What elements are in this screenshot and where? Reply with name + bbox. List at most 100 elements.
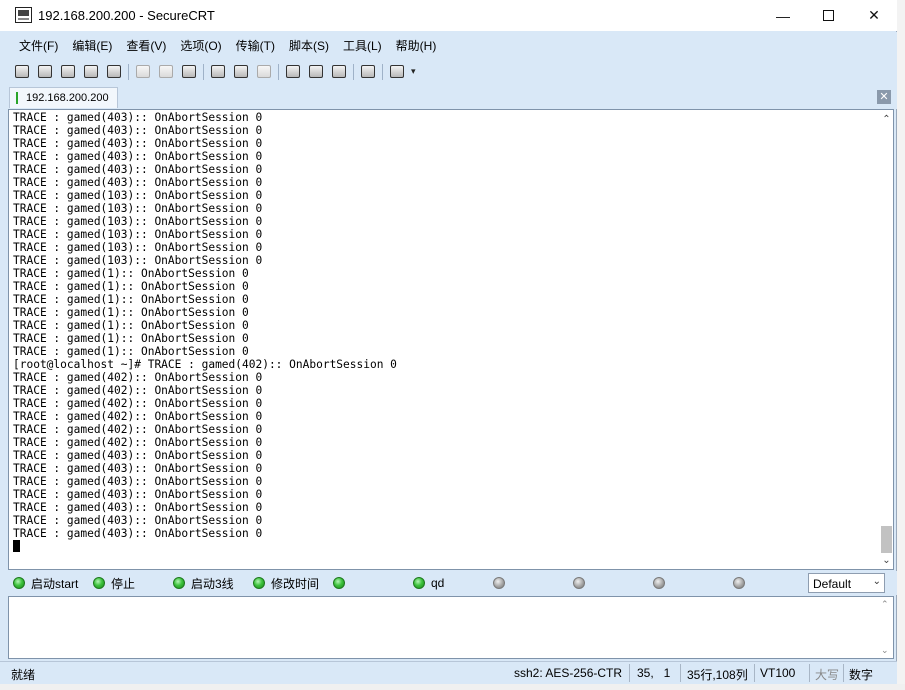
button-bar: 启动start 停止 启动3线 修改时间 qd Default ⌄ — [0, 571, 897, 595]
command-window-scrollbar[interactable]: ⌃ ⌄ — [879, 597, 894, 658]
menu-help[interactable]: 帮助(H) — [389, 37, 444, 54]
button-bar-button[interactable] — [653, 575, 671, 591]
terminal-line: TRACE : gamed(403):: OnAbortSession 0 — [13, 514, 263, 527]
sftp-icon[interactable] — [388, 63, 406, 80]
terminal-line: TRACE : gamed(403):: OnAbortSession 0 — [13, 176, 263, 189]
button-bar-button-label: 修改时间 — [271, 576, 320, 591]
button-bar-button[interactable]: 启动start — [13, 575, 78, 591]
green-led-icon — [13, 577, 25, 589]
status-cursor-position: 35, 1 — [637, 666, 671, 680]
menu-tools[interactable]: 工具(L) — [336, 37, 389, 54]
global-options-icon[interactable] — [307, 63, 325, 80]
session-options-icon[interactable] — [284, 63, 302, 80]
quick-connect-icon[interactable] — [36, 63, 54, 80]
button-bar-select-value: Default — [813, 577, 852, 591]
terminal-line: TRACE : gamed(403):: OnAbortSession 0 — [13, 475, 263, 488]
scroll-down-icon[interactable]: ⌄ — [881, 645, 889, 656]
status-separator — [680, 664, 681, 682]
toolbar-separator — [353, 64, 354, 80]
scroll-up-icon[interactable]: ⌃ — [881, 599, 889, 610]
print-icon[interactable] — [209, 63, 227, 80]
gray-led-icon — [653, 577, 665, 589]
button-bar-button-label: 启动3线 — [191, 576, 234, 591]
menu-view[interactable]: 查看(V) — [119, 37, 173, 54]
close-button[interactable]: ✕ — [851, 0, 897, 31]
close-icon: ✕ — [868, 7, 880, 23]
screen: 192.168.200.200 - SecureCRT — ✕ 文件(F) 编辑… — [0, 0, 905, 690]
terminal-line: TRACE : gamed(403):: OnAbortSession 0 — [13, 527, 263, 540]
copy-icon[interactable] — [134, 63, 152, 80]
securecrt-app-icon — [15, 7, 32, 23]
command-window[interactable]: ⌃ ⌄ — [8, 596, 894, 659]
help-icon[interactable] — [359, 63, 377, 80]
terminal-line: TRACE : gamed(403):: OnAbortSession 0 — [13, 501, 263, 514]
terminal-line: TRACE : gamed(403):: OnAbortSession 0 — [13, 449, 263, 462]
session-tab[interactable]: 192.168.200.200 — [9, 87, 118, 108]
terminal-line: TRACE : gamed(402):: OnAbortSession 0 — [13, 423, 263, 436]
status-bar: 就绪 ssh2: AES-256-CTR 35, 1 35行,108列 VT10… — [0, 661, 897, 684]
reconnect-icon[interactable] — [82, 63, 100, 80]
scroll-down-icon[interactable]: ⌄ — [879, 553, 893, 568]
toolbar-overflow-icon[interactable]: ▾ — [411, 66, 416, 77]
button-bar-button[interactable] — [333, 575, 351, 591]
menu-options[interactable]: 选项(O) — [173, 37, 228, 54]
status-separator — [629, 664, 630, 682]
terminal-line: TRACE : gamed(403):: OnAbortSession 0 — [13, 150, 263, 163]
print-selection-icon[interactable] — [232, 63, 250, 80]
print-screen-icon[interactable] — [255, 63, 273, 80]
toolbar: ▾ — [0, 58, 897, 86]
button-bar-button[interactable]: 启动3线 — [173, 575, 234, 591]
status-separator — [754, 664, 755, 682]
button-bar-button[interactable]: 修改时间 — [253, 575, 319, 591]
button-bar-button[interactable] — [573, 575, 591, 591]
menu-edit[interactable]: 编辑(E) — [65, 37, 119, 54]
gray-led-icon — [733, 577, 745, 589]
scroll-up-icon[interactable]: ⌃ — [879, 112, 893, 127]
keymap-icon[interactable] — [330, 63, 348, 80]
terminal-prompt-line — [13, 540, 873, 553]
paste-icon[interactable] — [157, 63, 175, 80]
green-led-icon — [173, 577, 185, 589]
terminal-line: TRACE : gamed(403):: OnAbortSession 0 — [13, 488, 263, 501]
connect-icon[interactable] — [13, 63, 31, 80]
status-separator — [843, 664, 844, 682]
button-bar-button-label: qd — [431, 576, 445, 590]
button-bar-select[interactable]: Default ⌄ — [808, 573, 885, 593]
terminal-line: TRACE : gamed(402):: OnAbortSession 0 — [13, 436, 263, 449]
scroll-thumb[interactable] — [881, 526, 892, 553]
terminal-line: TRACE : gamed(403):: OnAbortSession 0 — [13, 462, 263, 475]
terminal-line: TRACE : gamed(103):: OnAbortSession 0 — [13, 202, 263, 215]
menu-file[interactable]: 文件(F) — [12, 37, 65, 54]
session-tab-strip: 192.168.200.200 ✕ — [0, 86, 897, 109]
minimize-button[interactable]: — — [760, 0, 806, 31]
terminal-line: TRACE : gamed(1):: OnAbortSession 0 — [13, 293, 249, 306]
gray-led-icon — [493, 577, 505, 589]
button-bar-button[interactable] — [733, 575, 751, 591]
terminal-line: TRACE : gamed(103):: OnAbortSession 0 — [13, 241, 263, 254]
terminal-area[interactable]: TRACE : gamed(403):: OnAbortSession 0 TRA… — [8, 109, 894, 570]
terminal-line: TRACE : gamed(403):: OnAbortSession 0 — [13, 137, 263, 150]
toolbar-separator — [382, 64, 383, 80]
terminal-line: TRACE : gamed(402):: OnAbortSession 0 — [13, 397, 263, 410]
terminal-line: TRACE : gamed(103):: OnAbortSession 0 — [13, 254, 263, 267]
menu-script[interactable]: 脚本(S) — [282, 37, 336, 54]
connect-in-tab-icon[interactable] — [59, 63, 77, 80]
button-bar-button[interactable] — [493, 575, 511, 591]
session-tab-label: 192.168.200.200 — [26, 92, 109, 104]
terminal-line: TRACE : gamed(402):: OnAbortSession 0 — [13, 371, 263, 384]
disconnect-icon[interactable] — [105, 63, 123, 80]
terminal-output: TRACE : gamed(403):: OnAbortSession 0 TRA… — [13, 111, 873, 553]
terminal-scrollbar[interactable]: ⌃ ⌄ — [879, 110, 893, 569]
find-icon[interactable] — [180, 63, 198, 80]
terminal-line: TRACE : gamed(1):: OnAbortSession 0 — [13, 267, 249, 280]
title-bar[interactable]: 192.168.200.200 - SecureCRT — ✕ — [0, 0, 897, 31]
button-bar-button[interactable]: qd — [413, 575, 444, 591]
toolbar-separator — [128, 64, 129, 80]
maximize-button[interactable] — [805, 0, 851, 31]
close-tab-icon[interactable]: ✕ — [877, 90, 891, 104]
toolbar-separator — [278, 64, 279, 80]
button-bar-button[interactable]: 停止 — [93, 575, 135, 591]
terminal-line: TRACE : gamed(1):: OnAbortSession 0 — [13, 345, 249, 358]
menu-transfer[interactable]: 传输(T) — [229, 37, 282, 54]
status-num-lock: 数字 — [849, 668, 874, 682]
